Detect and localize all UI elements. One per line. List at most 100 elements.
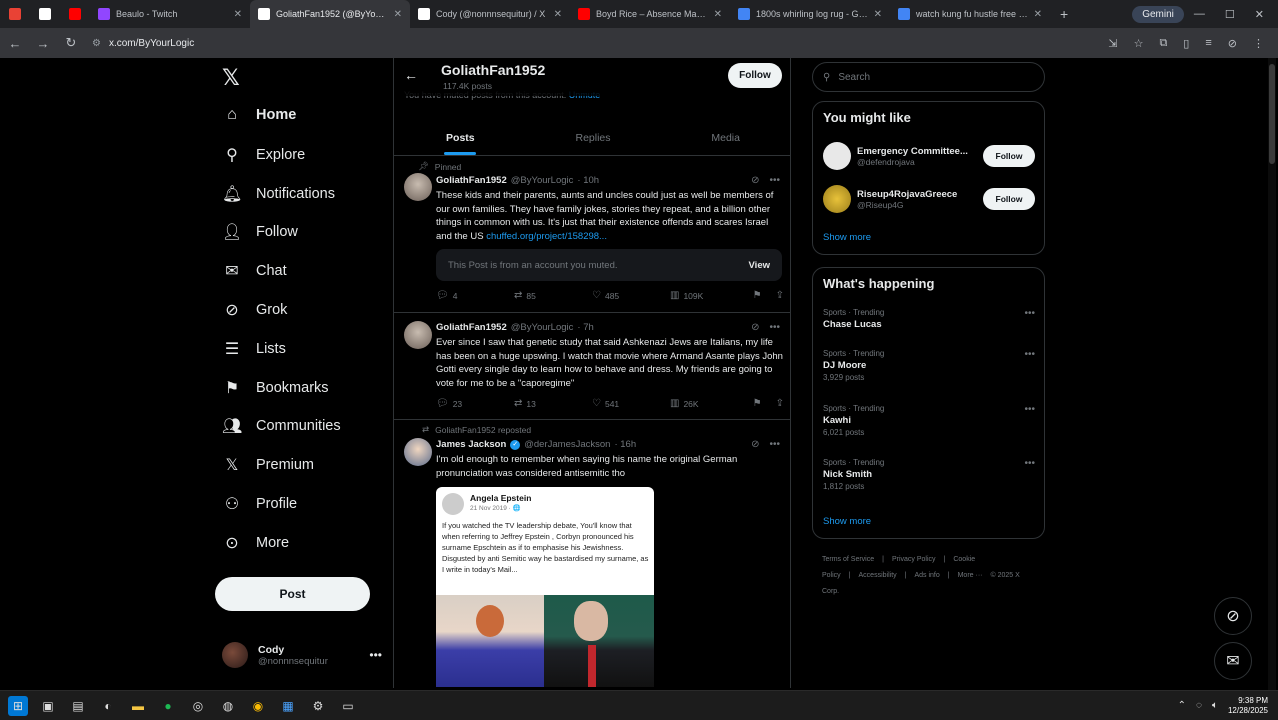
new-tab-button[interactable]: + — [1050, 6, 1078, 22]
more-dots-icon[interactable]: ••• — [369, 648, 382, 662]
app-icon[interactable]: ◐ — [98, 696, 118, 716]
app-icon[interactable]: ▦ — [278, 696, 298, 716]
trend-item[interactable]: Sports · Trending Kawhi 6,021 posts ••• — [823, 404, 1035, 437]
extensions-icon[interactable]: ⧉ — [1159, 37, 1167, 50]
like-button[interactable]: ♡ 485 — [592, 290, 670, 301]
author-handle[interactable]: @ByYourLogic — [511, 175, 574, 186]
page-scrollbar[interactable] — [1268, 58, 1276, 690]
bookmark-star-icon[interactable]: ☆ — [1134, 37, 1144, 50]
steam-icon[interactable]: ◎ — [188, 696, 208, 716]
account-switcher[interactable]: Cody @nonnnsequitur ••• — [222, 642, 382, 668]
close-window-icon[interactable]: ✕ — [1255, 8, 1264, 21]
tab-posts[interactable]: Posts — [394, 120, 527, 155]
back-arrow-icon[interactable]: ← — [404, 67, 418, 83]
forward-icon[interactable]: → — [36, 36, 50, 51]
author-name[interactable]: GoliathFan1952 — [436, 322, 507, 333]
nav-item-grok[interactable]: ⊘ Grok — [222, 300, 287, 320]
grok-icon[interactable]: ⊘ — [751, 175, 759, 186]
nav-item-premium[interactable]: 𝕏 Premium — [222, 455, 314, 475]
settings-icon[interactable]: ⚙ — [308, 696, 328, 716]
share-icon[interactable]: ⇪ — [776, 398, 784, 409]
terminal-icon[interactable]: ▭ — [338, 696, 358, 716]
messages-float-button[interactable]: ✉ — [1214, 642, 1252, 680]
volume-icon[interactable]: 🔈︎ — [1212, 700, 1218, 711]
gemini-button[interactable]: Gemini — [1132, 5, 1184, 23]
more-dots-icon[interactable]: ••• — [769, 175, 780, 186]
bookmark-icon[interactable]: ⚑ — [753, 398, 762, 409]
author-name[interactable]: GoliathFan1952 — [436, 175, 507, 186]
search-input[interactable]: ⚲ Search — [812, 62, 1045, 92]
suggestion-item[interactable]: Emergency Committee... @defendrojava Fol… — [823, 142, 1035, 170]
browser-tab[interactable]: GoliathFan1952 (@ByYourLogic ✕ — [250, 0, 410, 28]
author-handle[interactable]: @ByYourLogic — [511, 322, 574, 333]
repost-button[interactable]: ⇄ 13 — [514, 398, 592, 409]
network-icon[interactable]: ◌ — [1196, 700, 1202, 711]
suggestion-item[interactable]: Riseup4RojavaGreece @Riseup4G Follow — [823, 185, 1035, 213]
more-dots-icon[interactable]: ••• — [769, 322, 780, 333]
nav-item-communities[interactable]: 👥︎ Communities — [222, 416, 341, 436]
browser-tab[interactable]: 1800s whirling log rug - Googl ✕ — [730, 0, 890, 28]
browser-tab[interactable]: Boyd Rice – Absence Makes Th ✕ — [570, 0, 730, 28]
browser-tab[interactable]: watch kung fu hustle free ru - G ✕ — [890, 0, 1050, 28]
bookmark-icon[interactable]: ⚑ — [753, 290, 762, 301]
reload-icon[interactable]: ↻ — [64, 35, 78, 51]
nav-item-bookmarks[interactable]: ⚑ Bookmarks — [222, 378, 329, 398]
close-tab-icon[interactable]: ✕ — [1034, 9, 1042, 20]
follow-button[interactable]: Follow — [728, 63, 782, 88]
browser-tab[interactable] — [60, 0, 90, 28]
tab-replies[interactable]: Replies — [527, 120, 660, 155]
grok-icon[interactable]: ⊘ — [751, 439, 759, 450]
footer-link[interactable]: Privacy Policy — [892, 556, 936, 563]
app-icon[interactable]: ◍ — [218, 696, 238, 716]
footer-link[interactable]: Ads info — [914, 572, 939, 579]
profile-icon[interactable]: ⊘ — [1228, 37, 1237, 50]
nav-item-lists[interactable]: ☰ Lists — [222, 339, 286, 359]
views-button[interactable]: ▥ 26K — [670, 398, 748, 409]
nav-item-home[interactable]: ⌂ Home — [222, 106, 296, 124]
nav-item-follow[interactable]: 👤︎ Follow — [222, 222, 298, 242]
footer-link[interactable]: More ··· — [958, 572, 983, 579]
clock[interactable]: 9:38 PM 12/28/2025 — [1228, 696, 1268, 716]
trend-item[interactable]: Sports · Trending DJ Moore 3,929 posts •… — [823, 349, 1035, 382]
browser-tab[interactable] — [0, 0, 30, 28]
url-field[interactable]: ⚙ x.com/ByYourLogic — [92, 38, 194, 49]
trend-item[interactable]: Sports · Trending Chase Lucas ••• — [823, 308, 1035, 332]
widgets-icon[interactable]: ▤ — [68, 696, 88, 716]
timestamp[interactable]: · 16h — [614, 439, 636, 450]
file-explorer-icon[interactable]: ▬ — [128, 696, 148, 716]
trend-item[interactable]: Sports · Trending Nick Smith 1,812 posts… — [823, 458, 1035, 491]
menu-icon[interactable]: ⋮ — [1253, 37, 1264, 50]
windows-start-icon[interactable]: ⊞ — [8, 695, 28, 716]
tab-media[interactable]: Media — [659, 120, 790, 155]
follow-button[interactable]: Follow — [983, 188, 1035, 210]
follow-button[interactable]: Follow — [983, 145, 1035, 167]
close-tab-icon[interactable]: ✕ — [874, 9, 882, 20]
browser-tab[interactable]: Beaulo - Twitch ✕ — [90, 0, 250, 28]
share-icon[interactable]: ⇪ — [776, 290, 784, 301]
more-dots-icon[interactable]: ••• — [1024, 349, 1035, 360]
reposted-label[interactable]: GoliathFan1952 reposted — [435, 425, 531, 435]
install-icon[interactable]: ⇲ — [1108, 37, 1117, 50]
url-text[interactable]: x.com/ByYourLogic — [109, 38, 194, 49]
close-tab-icon[interactable]: ✕ — [554, 9, 562, 20]
more-dots-icon[interactable]: ••• — [769, 439, 780, 450]
minimize-icon[interactable]: — — [1194, 8, 1205, 21]
reply-button[interactable]: 💬︎ 23 — [436, 398, 514, 409]
nav-item-explore[interactable]: ⚲ Explore — [222, 145, 305, 165]
x-logo-icon[interactable]: 𝕏 — [222, 66, 240, 91]
chrome-icon[interactable]: ◉ — [248, 696, 268, 716]
scrollbar-thumb[interactable] — [1269, 64, 1275, 164]
avatar[interactable] — [404, 173, 432, 201]
reply-button[interactable]: 💬︎ 4 — [436, 290, 514, 301]
author-handle[interactable]: @derJamesJackson — [524, 439, 610, 450]
maximize-icon[interactable]: ☐ — [1225, 8, 1235, 21]
author-name[interactable]: James Jackson — [436, 439, 506, 450]
grok-icon[interactable]: ⊘ — [751, 322, 759, 333]
close-tab-icon[interactable]: ✕ — [234, 9, 242, 20]
footer-link[interactable]: Accessibility — [859, 572, 897, 579]
more-dots-icon[interactable]: ••• — [1024, 308, 1035, 319]
view-button[interactable]: View — [749, 260, 770, 271]
site-info-icon[interactable]: ⚙ — [92, 38, 101, 49]
close-tab-icon[interactable]: ✕ — [714, 9, 722, 20]
views-button[interactable]: ▥ 109K — [670, 290, 748, 301]
